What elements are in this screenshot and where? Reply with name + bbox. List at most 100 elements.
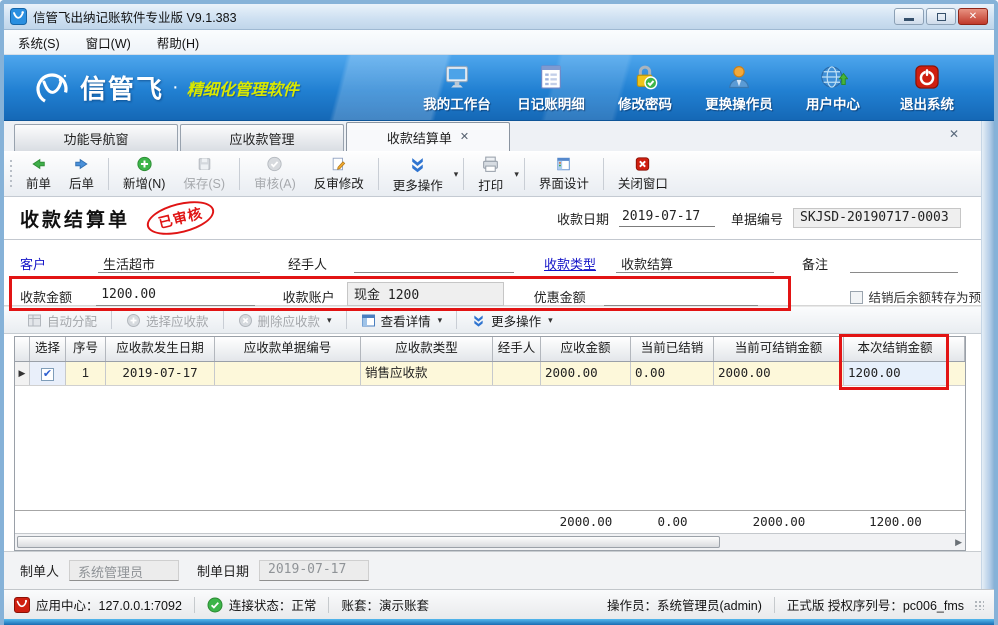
summary-available: 2000.00 [714,511,844,533]
menu-system[interactable]: 系统(S) [18,33,60,52]
header-date[interactable]: 应收款发生日期 [106,337,215,361]
window-edge-gutter [981,121,994,589]
monitor-icon [442,63,472,91]
power-icon [912,63,942,91]
make-date-field: 2019-07-17 [259,560,369,581]
double-chevron-down-icon [471,313,486,328]
workbench-button[interactable]: 我的工作台 [414,63,500,113]
tab-function-nav[interactable]: 功能导航窗 [14,124,178,151]
header-current[interactable]: 本次结销金额 [844,337,947,361]
header-seq[interactable]: 序号 [66,337,106,361]
print-button[interactable]: 打印 [469,153,512,196]
ui-design-button[interactable]: 界面设计 [530,154,598,194]
edit-page-icon [329,156,348,172]
delete-receivable-button[interactable]: 删除应收款 ▾ [228,308,342,333]
header-handler[interactable]: 经手人 [493,337,541,361]
view-detail-button[interactable]: 查看详情 ▾ [351,308,453,333]
next-doc-button[interactable]: 后单 [60,154,103,194]
floppy-disk-icon [195,156,214,172]
resize-grip-icon[interactable] [974,600,984,610]
menu-window[interactable]: 窗口(W) [86,33,131,52]
window-title: 信管飞出纳记账软件专业版 V9.1.383 [33,7,237,26]
toolbar-separator [108,158,109,190]
account-field[interactable]: 现金 1200 [347,282,504,306]
dropdown-caret-icon[interactable]: ▾ [454,169,459,180]
close-window-button[interactable]: 关闭窗口 [609,154,677,194]
prev-doc-button[interactable]: 前单 [17,154,60,194]
tabstrip-close-icon[interactable]: ✕ [949,127,959,141]
cell-available: 2000.00 [714,362,844,385]
toolbar-separator [603,158,604,190]
dropdown-caret-icon[interactable]: ▾ [514,169,519,180]
customer-label: 客户 [20,254,98,273]
discount-field[interactable] [604,287,758,306]
brand-name: 信管飞 [80,69,164,106]
row-select-cell[interactable]: ✔ [30,362,66,385]
more-actions-button[interactable]: 更多操作 [384,153,452,196]
receipt-type-field[interactable]: 收款结算 [616,254,774,273]
summary-amount: 2000.00 [541,511,631,533]
connection-text: 连接状态：正常 [229,595,317,614]
header-settled[interactable]: 当前已结销 [631,337,714,361]
discount-label: 优惠金额 [534,287,604,306]
audited-stamp: 已审核 [143,195,217,241]
connection-ok-icon [207,597,223,613]
save-button[interactable]: 保存(S) [174,154,234,194]
receipt-date-label: 收款日期 [557,209,609,228]
select-receivable-button[interactable]: 选择应收款 [116,308,219,333]
grid-more-actions-button[interactable]: 更多操作 ▾ [461,308,563,333]
checked-checkbox-icon[interactable]: ✔ [41,368,54,381]
switch-operator-button[interactable]: 更换操作员 [696,63,782,113]
cell-type: 销售应收款 [361,362,493,385]
doc-no-field: SKJSD-20190717-0003 [793,208,961,228]
grid-empty-space [15,386,965,510]
unaudit-button[interactable]: 反审修改 [305,154,373,194]
maximize-button[interactable] [926,8,956,25]
grid-area: 选择 序号 应收款发生日期 应收款单据编号 应收款类型 经手人 应收金额 当前已… [4,334,981,551]
receipt-date-field[interactable]: 2019-07-17 [619,209,715,227]
dropdown-caret-icon[interactable]: ▾ [438,315,443,326]
cell-handler [493,362,541,385]
remark-field[interactable] [850,254,958,273]
document-header: 收款结算单 已审核 收款日期 2019-07-17 单据编号 SKJSD-201… [4,197,981,240]
header-row-marker [15,337,30,361]
auto-assign-grid-icon [27,313,42,328]
user-center-button[interactable]: 用户中心 [790,63,876,113]
header-type[interactable]: 应收款类型 [361,337,493,361]
scrollbar-thumb[interactable] [17,536,720,548]
cell-filler [947,362,965,385]
dropdown-caret-icon[interactable]: ▾ [548,315,553,326]
handler-field[interactable] [354,254,514,273]
table-row[interactable]: ▶ ✔ 1 2019-07-17 销售应收款 2000.00 0.00 2000… [15,362,965,386]
header-docno[interactable]: 应收款单据编号 [215,337,361,361]
receipt-type-label[interactable]: 收款类型 [544,254,616,273]
add-button[interactable]: 新增(N) [114,154,174,194]
maker-label: 制单人 [20,561,59,580]
tab-receivables[interactable]: 应收款管理 [180,124,344,151]
detail-window-icon [361,313,376,328]
transfer-balance-checkbox[interactable] [850,291,863,304]
customer-field[interactable]: 生活超市 [98,254,260,273]
header-form: 客户 生活超市 经手人 收款类型 收款结算 备注 收款金额 1200.00 收款… [4,240,981,306]
auto-assign-button[interactable]: 自动分配 [17,308,107,333]
header-amount[interactable]: 应收金额 [541,337,631,361]
globe-arrow-icon [818,63,848,91]
tab-receipt-settlement[interactable]: 收款结算单 ✕ [346,122,510,151]
tab-close-icon[interactable]: ✕ [460,132,469,143]
operator-segment: 操作员：系统管理员(admin) [607,595,762,614]
minimize-button[interactable] [894,8,924,25]
close-icon: ✕ [969,11,977,22]
audit-button[interactable]: 审核(A) [245,154,305,194]
exit-system-button[interactable]: 退出系统 [884,63,970,113]
cell-current-editable[interactable]: 1200.00 [844,362,947,385]
journal-detail-button[interactable]: 日记账明细 [508,63,594,113]
amount-field[interactable]: 1200.00 [96,287,254,306]
header-select[interactable]: 选择 [30,337,66,361]
change-password-button[interactable]: 修改密码 [602,63,688,113]
menu-help[interactable]: 帮助(H) [157,33,199,52]
grid-toolbar: 自动分配 选择应收款 删除应收款 ▾ 查看详情 ▾ 更多操作 [4,306,981,334]
close-button[interactable]: ✕ [958,8,988,25]
scroll-right-arrow-icon[interactable]: ▶ [955,537,962,548]
header-available[interactable]: 当前可结销金额 [714,337,844,361]
horizontal-scrollbar[interactable]: ▶ [15,533,965,550]
